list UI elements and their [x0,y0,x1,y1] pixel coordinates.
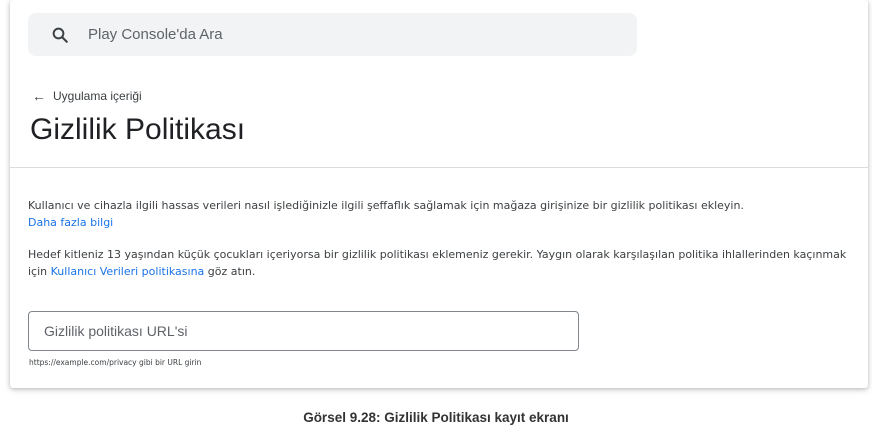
description-paragraph-2: Hedef kitleniz 13 yaşından küçük çocukla… [28,246,858,280]
breadcrumb[interactable]: ← Uygulama içeriği [32,89,142,103]
description-paragraph-1: Kullanıcı ve cihazla ilgili hassas veril… [28,197,858,231]
page-card: Play Console'da Ara ← Uygulama içeriği G… [10,0,868,388]
url-helper-text: https://example.com/privacy gibi bir URL… [29,358,202,367]
divider [10,167,868,168]
page-title: Gizlilik Politikası [30,113,246,146]
breadcrumb-label[interactable]: Uygulama içeriği [53,89,142,103]
search-input[interactable]: Play Console'da Ara [88,26,223,43]
figure-caption: Görsel 9.28: Gizlilik Politikası kayıt e… [303,410,569,425]
description-text-1: Kullanıcı ve cihazla ilgili hassas veril… [28,199,744,212]
description-text-2b: göz atın. [204,265,256,278]
privacy-policy-url-field[interactable]: Gizlilik politikası URL'si [28,311,579,351]
learn-more-link[interactable]: Daha fazla bilgi [28,216,113,229]
search-bar[interactable]: Play Console'da Ara [28,13,637,56]
search-icon[interactable] [49,24,71,46]
user-data-policy-link[interactable]: Kullanıcı Verileri politikasına [51,265,205,278]
back-arrow-icon[interactable]: ← [32,89,46,103]
privacy-policy-url-placeholder: Gizlilik politikası URL'si [44,323,188,339]
